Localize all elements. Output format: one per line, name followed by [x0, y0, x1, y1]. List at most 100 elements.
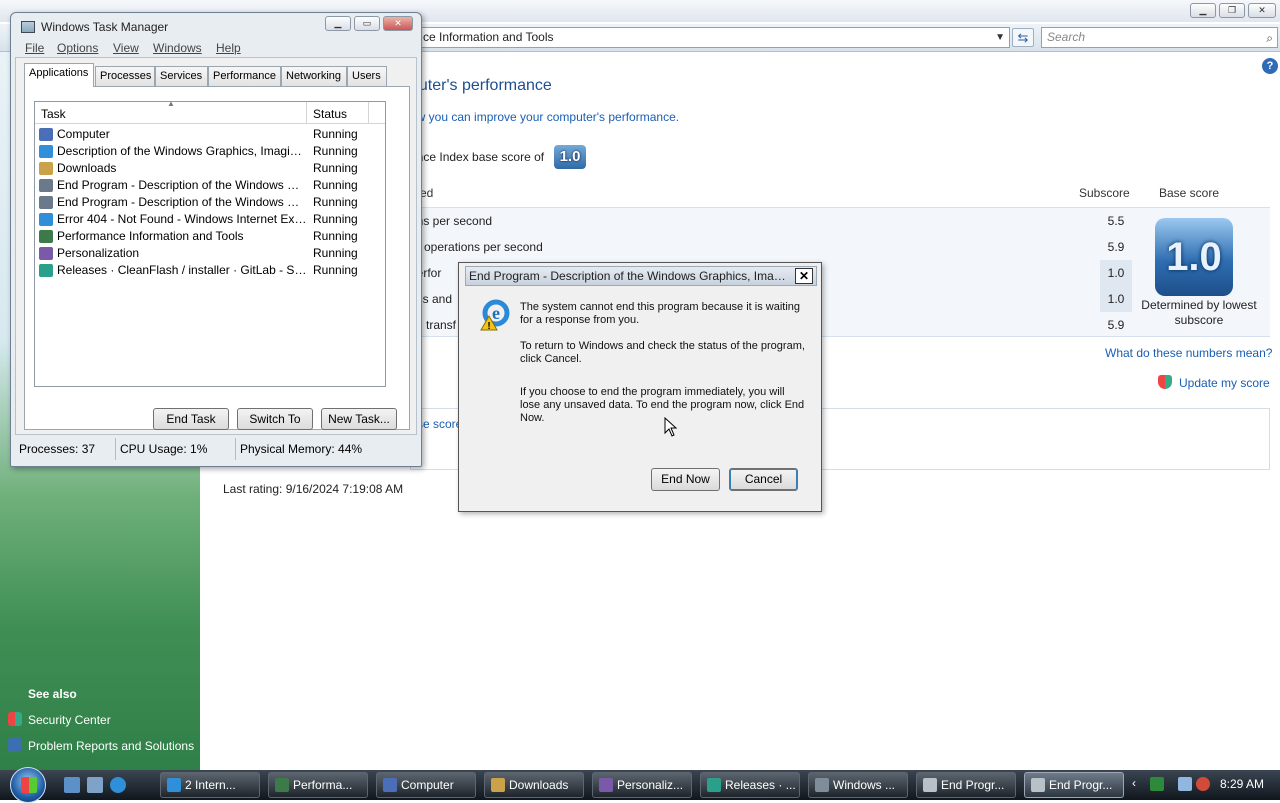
task-manager-tray-icon[interactable] [1150, 777, 1164, 791]
numbers-meaning-link[interactable]: What do these numbers mean? [1105, 346, 1272, 360]
base-score-small-badge: 1.0 [554, 145, 586, 169]
help-icon[interactable]: ? [1262, 58, 1278, 74]
see-also-problem-reports[interactable]: Problem Reports and Solutions [8, 738, 194, 753]
maximize-button[interactable]: ▭ [354, 16, 380, 31]
see-also-security-center[interactable]: Security Center [8, 712, 111, 727]
list-item[interactable]: Performance Information and Tools Running [37, 228, 383, 245]
taskbar-button[interactable]: 2 Intern... [160, 772, 260, 798]
show-desktop-icon[interactable] [64, 777, 80, 793]
search-input[interactable]: Search ⌕ [1041, 27, 1278, 48]
minimize-button[interactable]: ▁ [1190, 3, 1216, 18]
search-icon[interactable]: ⌕ [1266, 29, 1273, 48]
column-divider [306, 102, 307, 124]
taskbar-button-label: End Progr... [941, 778, 1005, 792]
task-manager-icon [815, 778, 829, 792]
restore-button[interactable]: ❐ [1219, 3, 1245, 18]
determined-by-text: Determined by lowest subscore [1141, 298, 1257, 327]
taskbar-button-label: Personaliz... [617, 778, 684, 792]
system-tray: ‹ 8:29 AM [1128, 770, 1280, 800]
end-task-button[interactable]: End Task [153, 408, 229, 430]
list-item[interactable]: End Program - Description of the Windows… [37, 177, 383, 194]
tab-processes[interactable]: Processes [95, 66, 155, 86]
list-item[interactable]: Personalization Running [37, 245, 383, 262]
switch-windows-icon[interactable] [87, 777, 103, 793]
window-title: Windows Task Manager [41, 20, 169, 34]
menu-options[interactable]: Options [57, 41, 98, 55]
taskbar-button[interactable]: Windows ... [808, 772, 908, 798]
tab-networking[interactable]: Networking [281, 66, 347, 86]
end-now-button[interactable]: End Now [651, 468, 720, 491]
task-name: Performance Information and Tools [57, 229, 244, 243]
switch-to-button[interactable]: Switch To [237, 408, 313, 430]
tab-services[interactable]: Services [155, 66, 208, 86]
personalization-icon [39, 247, 53, 260]
tab-applications[interactable]: Applications [24, 63, 94, 87]
taskbar-button[interactable]: End Progr... [916, 772, 1016, 798]
dialog-title: End Program - Description of the Windows… [469, 269, 791, 283]
column-header-task[interactable]: Task [41, 107, 66, 121]
task-manager-body: Applications Processes Services Performa… [15, 57, 417, 435]
taskbar-button[interactable]: Downloads [484, 772, 584, 798]
taskbar-button[interactable]: Releases · ... [700, 772, 800, 798]
improve-performance-link[interactable]: ow you can improve your computer's perfo… [410, 110, 679, 124]
taskbar-button[interactable]: Personaliz... [592, 772, 692, 798]
list-header: ▲ Task Status [35, 99, 385, 124]
task-status: Running [313, 144, 358, 158]
list-item[interactable]: Downloads Running [37, 160, 383, 177]
update-score-link[interactable]: Update my score [1158, 375, 1270, 390]
computer-icon [383, 778, 397, 792]
clock[interactable]: 8:29 AM [1220, 777, 1264, 791]
menu-view[interactable]: View [113, 41, 139, 55]
menu-help[interactable]: Help [216, 41, 241, 55]
new-task-button[interactable]: New Task... [321, 408, 397, 430]
task-name: End Program - Description of the Windows… [57, 178, 307, 192]
performance-icon [275, 778, 289, 792]
list-item[interactable]: End Program - Description of the Windows… [37, 194, 383, 211]
list-item[interactable]: Description of the Windows Graphics, Ima… [37, 143, 383, 160]
taskbar-button[interactable]: End Progr... [1024, 772, 1124, 798]
tab-users[interactable]: Users [347, 66, 387, 86]
list-item[interactable]: Releases · CleanFlash / installer · GitL… [37, 262, 383, 279]
column-header-status[interactable]: Status [313, 107, 347, 121]
menu-file[interactable]: File [25, 41, 44, 55]
minimize-button[interactable]: ▁ [325, 16, 351, 31]
mouse-cursor-icon [664, 417, 678, 437]
applications-list[interactable]: ▲ Task Status Computer Running Description… [34, 99, 386, 387]
internet-explorer-icon[interactable] [110, 777, 126, 793]
taskbar-button-label: Computer [401, 778, 454, 792]
close-button[interactable]: ✕ [1248, 3, 1276, 18]
refresh-icon[interactable]: ⇆ [1012, 28, 1034, 47]
task-name: Error 404 - Not Found - Windows Internet… [57, 212, 307, 226]
address-field[interactable]: ce Information and Tools ▼ [410, 27, 1010, 48]
note-link[interactable]: se score [417, 417, 462, 431]
tab-performance[interactable]: Performance [208, 66, 281, 86]
table-row: ons per second 5.5 [410, 208, 1130, 234]
row-label: transf [426, 318, 457, 332]
close-button[interactable]: ✕ [383, 16, 413, 31]
network-icon[interactable] [1178, 777, 1192, 791]
computer-icon [39, 128, 53, 141]
table-row: operations per second 5.9 [410, 234, 1130, 260]
volume-muted-icon[interactable] [1196, 777, 1210, 791]
chevron-down-icon[interactable]: ▼ [995, 28, 1005, 47]
task-name: Personalization [57, 246, 140, 260]
menu-windows[interactable]: Windows [153, 41, 202, 55]
serpent-browser-icon [707, 778, 721, 792]
task-status: Running [313, 229, 358, 243]
start-button[interactable] [10, 767, 46, 803]
close-button[interactable]: ✕ [795, 268, 813, 284]
list-item[interactable]: Computer Running [37, 126, 383, 143]
chevron-left-icon[interactable]: ‹ [1132, 776, 1136, 790]
problem-reports-icon [8, 738, 22, 752]
subscore-value: 5.9 [1107, 240, 1125, 254]
taskbar-button[interactable]: Performa... [268, 772, 368, 798]
cancel-button[interactable]: Cancel [729, 468, 798, 491]
task-status: Running [313, 127, 358, 141]
end-program-dialog: End Program - Description of the Windows… [458, 262, 822, 512]
search-placeholder: Search [1047, 30, 1086, 44]
internet-explorer-icon [39, 145, 53, 158]
windows-logo-icon [21, 777, 37, 793]
cpu-usage: CPU Usage: 1% [115, 438, 235, 460]
taskbar-button[interactable]: Computer [376, 772, 476, 798]
list-item[interactable]: Error 404 - Not Found - Windows Internet… [37, 211, 383, 228]
